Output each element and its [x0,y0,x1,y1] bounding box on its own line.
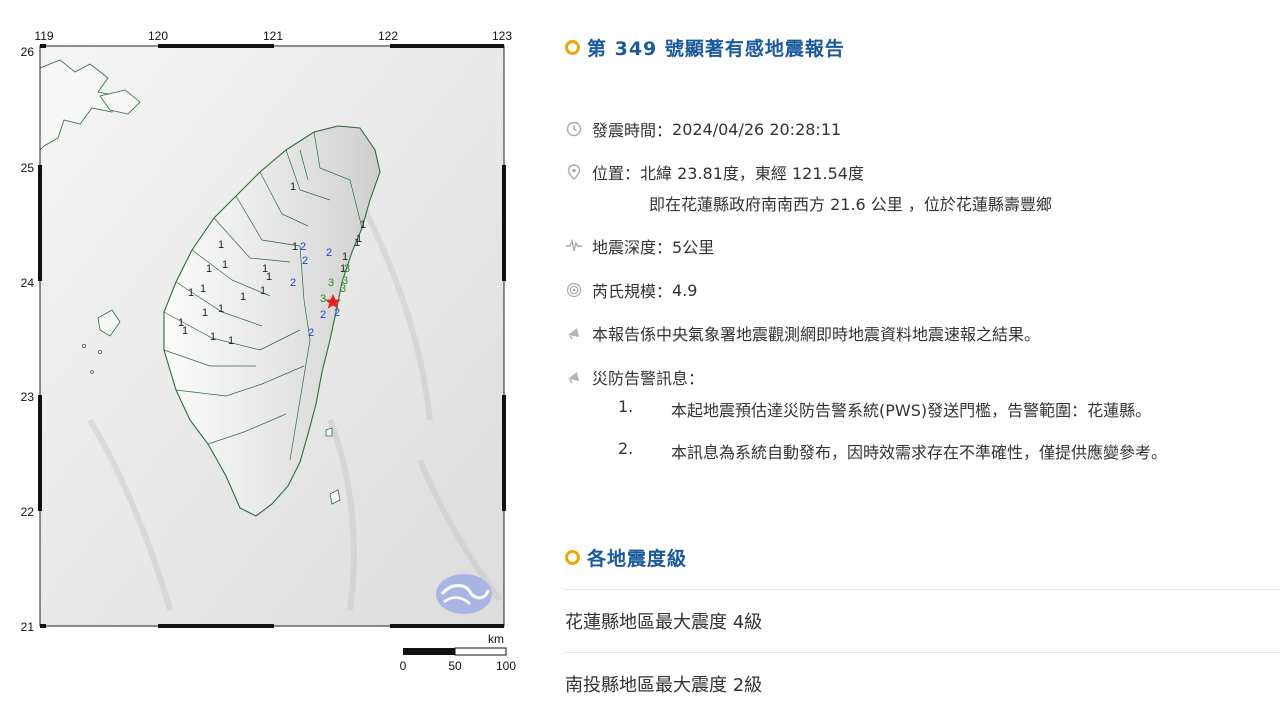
magnitude-row: 芮氏規模： 4.9 [565,278,697,302]
station-intensity-label: 1 [210,331,216,343]
station-intensity-label: 1 [354,237,360,249]
warning-title-row: 災防告警訊息： [565,365,704,389]
origin-time-row: 發震時間： 2024/04/26 20:28:11 [565,117,841,141]
warning-text: 本起地震預估達災防告警系統(PWS)發送門檻，告警範圍：花蓮縣。 [671,401,1152,420]
station-intensity-label: 1 [290,181,296,193]
station-intensity-label: 2 [326,247,332,259]
lon-tick-label: 119 [34,29,53,43]
lon-tick-label: 122 [378,29,398,43]
source-note: 本報告係中央氣象署地震觀測網即時地震資料地震速報之結果。 [592,325,1041,344]
time-value: 2024/04/26 20:28:11 [672,119,842,139]
warning-title: 災防告警訊息： [592,369,705,388]
cwa-logo-icon [436,574,492,614]
report-title: 第 349 號顯著有感地震報告 [565,34,845,61]
station-intensity-label: 1 [292,241,298,253]
intensity-map-svg: 111111111 1 1111 1 111 11 1 122222 2233333 119 1… [21,29,517,673]
station-intensity-label: 1 [188,287,194,299]
earthquake-map: 1111111111111111111111222222233333 119 1… [0,0,540,709]
seismograph-wave-icon [565,237,583,255]
station-intensity-label: 3 [328,277,334,289]
regions-title: 各地震度級 [565,544,687,571]
lat-tick-label: 21 [21,620,35,634]
region-intensity-row[interactable]: 南投縣地區最大震度 2級 [563,652,1280,714]
report-panel: 第 349 號顯著有感地震報告 發震時間： 2024/04/26 20:28:1… [563,0,1280,709]
station-intensity-label: 1 [200,283,206,295]
warning-number: 1. [618,397,634,416]
station-intensity-label: 2 [320,309,326,321]
depth-row: 地震深度： 5公里 [565,234,714,258]
regions-title-text: 各地震度級 [587,548,688,570]
scale-label: 100 [496,659,516,673]
source-note-row: 本報告係中央氣象署地震觀測網即時地震資料地震速報之結果。 [565,321,1040,345]
lat-tick-label: 26 [21,45,35,59]
station-intensity-label: 2 [308,327,314,339]
region-intensity-text: 花蓮縣地區最大震度 4級 [565,611,763,633]
station-intensity-label: 2 [300,241,306,253]
magnitude-label: 芮氏規模： [592,282,673,301]
location-value: 北緯 23.81度，東經 121.54度 [640,164,864,183]
lat-tick-label: 24 [21,276,35,290]
station-intensity-label: 1 [342,251,348,263]
station-intensity-label: 1 [182,325,188,337]
station-intensity-label: 1 [218,303,224,315]
depth-label: 地震深度： [592,238,673,257]
megaphone-icon [565,324,583,342]
station-intensity-label: 1 [266,271,272,283]
warning-number: 2. [618,439,634,458]
magnitude-value: 4.9 [672,280,698,300]
map-pin-icon [565,163,583,181]
depth-value: 5公里 [672,238,715,257]
lat-tick-label: 22 [21,505,35,519]
station-intensity-label: 3 [340,283,346,295]
scale-label: 0 [400,659,407,673]
lon-tick-label: 123 [492,29,512,43]
warning-item: 2. 本訊息為系統自動發布，因時效需求存在不準確性，僅提供應變參考。 [563,439,1280,462]
report-title-text: 第 349 號顯著有感地震報告 [587,38,845,60]
scale-label: 50 [448,659,462,673]
station-intensity-label: 3 [344,263,350,275]
warning-text: 本訊息為系統自動發布，因時效需求存在不準確性，僅提供應變參考。 [671,443,1168,462]
station-intensity-label: 1 [240,291,246,303]
megaphone-icon [565,368,583,386]
ring-bullet-icon [565,550,580,565]
region-intensity-row[interactable]: 花蓮縣地區最大震度 4級 [563,589,1280,651]
lon-tick-label: 120 [148,29,168,43]
station-intensity-label: 2 [302,255,308,267]
station-intensity-label: 1 [206,263,212,275]
station-intensity-label: 3 [320,293,326,305]
scale-bar: km 0 50 100 [400,632,517,673]
warning-item: 1. 本起地震預估達災防告警系統(PWS)發送門檻，告警範圍：花蓮縣。 [563,397,1280,420]
location-row: 位置： 北緯 23.81度，東經 121.54度 [565,160,864,184]
location-label: 位置： [592,164,641,183]
station-intensity-label: 1 [260,285,266,297]
lat-tick-label: 25 [21,161,35,175]
lat-tick-label: 23 [21,390,35,404]
station-intensity-label: 2 [334,307,340,319]
lon-tick-label: 121 [263,29,283,43]
region-intensity-text: 南投縣地區最大震度 2級 [565,674,763,696]
ring-bullet-icon [565,40,580,55]
magnitude-rings-icon [565,281,583,299]
station-intensity-label: 2 [290,277,296,289]
station-intensity-label: 1 [222,259,228,271]
station-intensity-label: 1 [218,239,224,251]
clock-icon [565,120,583,138]
station-intensity-label: 1 [202,307,208,319]
scale-unit: km [488,632,504,646]
station-intensity-label: 1 [228,335,234,347]
time-label: 發震時間： [592,121,673,140]
station-intensity-label: 1 [360,219,366,231]
location-detail: 即在花蓮縣政府南南西方 21.6 公里 ，位於花蓮縣壽豐鄉 [649,195,1052,214]
